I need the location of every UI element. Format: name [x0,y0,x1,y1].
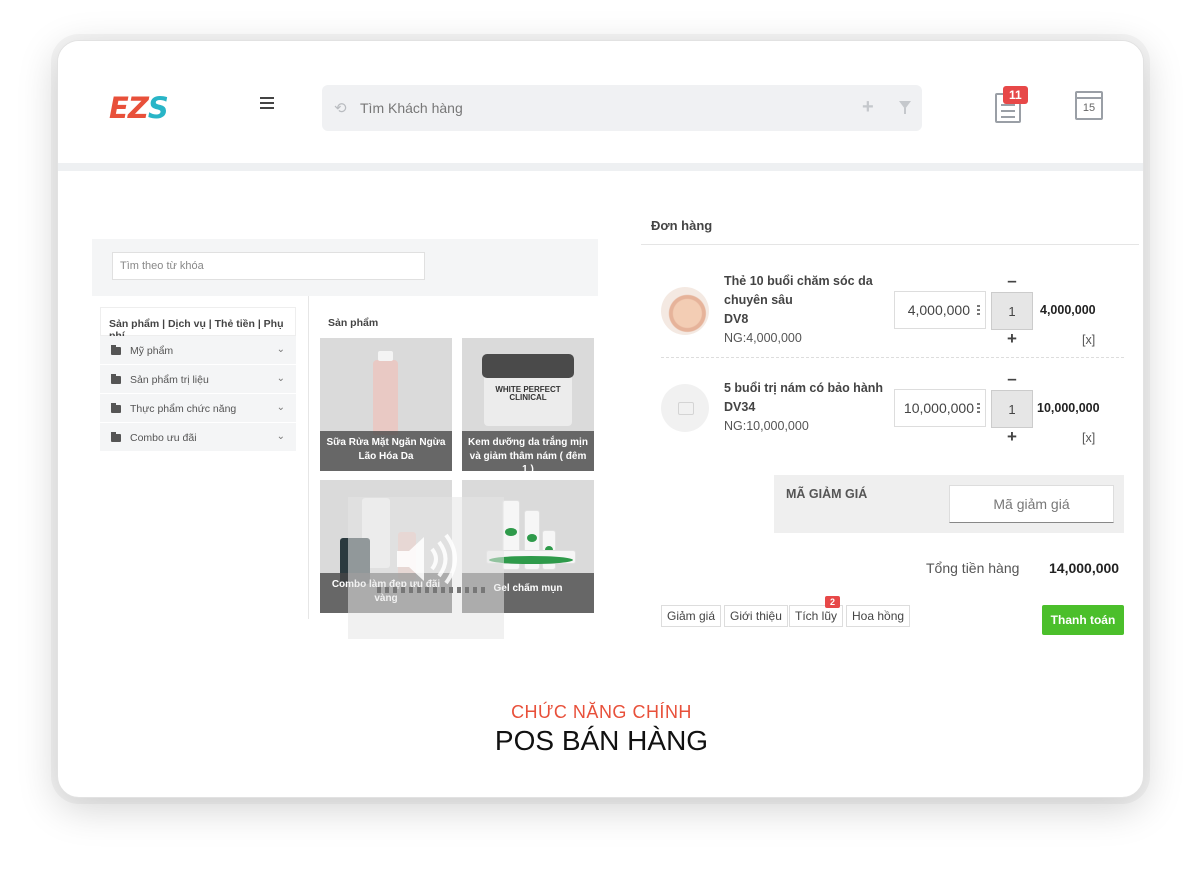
refresh-icon[interactable]: ⟲ [334,99,347,117]
category-tabs[interactable]: Sản phẩm | Dịch vụ | Thẻ tiền | Phụ phí [100,307,296,342]
catalog-search-area [92,239,598,296]
item-image-placeholder-icon [661,384,709,432]
calendar-day: 15 [1082,102,1096,114]
top-bar: EZS ⟲ + 11 15 [58,41,1143,163]
catalog-panel: Sản phẩm | Dịch vụ | Thẻ tiền | Phụ phí … [92,239,598,639]
logo-letter-z: Z [127,91,149,125]
calendar-icon[interactable]: 15 [1075,91,1103,120]
add-customer-icon[interactable]: + [862,96,874,119]
header-divider [58,163,1143,171]
folder-icon [111,403,121,413]
category-label: Sản phẩm trị liệu [130,374,209,386]
item-ng-price: NG:10,000,000 [724,419,809,433]
coupon-section: MÃ GIẢM GIÁ [774,475,1124,533]
category-item-cosmetics[interactable]: Mỹ phẩm ⌄ [100,336,296,365]
item-ng-price: NG:4,000,000 [724,331,802,345]
notification-badge: 11 [1003,86,1028,104]
item-name: Thẻ 10 buổi chăm sóc da chuyên sâu [724,274,873,307]
product-card[interactable]: WHITE PERFECT CLINICAL Kem dưỡng da trắn… [462,338,594,471]
total-value: 14,000,000 [1049,560,1120,576]
ezs-logo[interactable]: EZS [109,91,169,125]
feature-subtitle: CHỨC NĂNG CHÍNH [511,702,692,722]
logo-letter-e: E [109,91,129,125]
unit-price-input[interactable] [894,389,986,427]
cream-jar-image: WHITE PERFECT CLINICAL [482,354,574,426]
category-item-combo[interactable]: Combo ưu đãi ⌄ [100,423,296,452]
folder-icon [111,432,121,442]
category-label: Mỹ phẩm [130,345,174,357]
product-name: Kem dưỡng da trắng mịn và giảm thâm nám … [462,431,594,471]
category-item-supplements[interactable]: Thực phẩm chức năng ⌄ [100,394,296,423]
item-code: DV34 [724,400,756,414]
catalog-divider [308,296,309,619]
logo-letter-s: S [147,91,169,125]
product-name: Sữa Rửa Mặt Ngăn Ngừa Lão Hóa Da [320,431,452,471]
drag-handle-icon[interactable] [977,403,980,415]
customer-search-bar: ⟲ + [322,85,922,131]
folder-icon [111,374,121,384]
product-card[interactable]: Sữa Rửa Mặt Ngăn Ngừa Lão Hóa Da [320,338,452,471]
category-item-therapy[interactable]: Sản phẩm trị liệu ⌄ [100,365,296,394]
line-total: 4,000,000 [1040,303,1096,317]
customer-search-input[interactable] [360,95,840,121]
chevron-down-icon: ⌄ [276,373,285,384]
item-separator [661,357,1124,358]
chevron-down-icon: ⌄ [276,402,285,413]
item-code: DV8 [724,312,749,326]
hamburger-menu-icon[interactable] [260,97,274,109]
item-name: 5 buổi trị nám có bảo hành [724,381,884,395]
total-label: Tổng tiền hàng [926,560,1020,576]
coupon-label: MÃ GIẢM GIÁ [786,487,868,501]
checkout-button[interactable]: Thanh toán [1042,605,1124,635]
products-heading: Sản phẩm [328,317,379,329]
decrease-qty-button[interactable]: – [1002,369,1022,389]
category-label: Thực phẩm chức năng [130,403,237,415]
increase-qty-button[interactable]: + [1002,427,1022,447]
app-frame: EZS ⟲ + 11 15 Sản phẩm | Dịch vụ | Thẻ t… [57,40,1144,798]
quantity-box[interactable]: 1 [991,292,1033,330]
coupon-input[interactable] [949,485,1114,523]
accumulate-chip[interactable]: Tích lũy [789,605,844,627]
quantity-box[interactable]: 1 [991,390,1033,428]
loading-indicator [377,587,487,593]
chevron-down-icon: ⌄ [276,344,285,355]
referral-chip[interactable]: Giới thiệu [724,605,788,627]
feature-title: POS BÁN HÀNG [494,725,709,756]
keyword-search-input[interactable] [112,252,425,280]
chevron-down-icon: ⌄ [276,431,285,442]
line-total: 10,000,000 [1037,401,1100,415]
drag-handle-icon[interactable] [977,305,980,317]
order-divider [641,244,1139,245]
commission-chip[interactable]: Hoa hồng [846,605,911,627]
jar-label: WHITE PERFECT CLINICAL [495,385,561,402]
remove-item-button[interactable]: [x] [1082,431,1095,445]
speaker-icon[interactable] [392,529,462,589]
category-list: Sản phẩm | Dịch vụ | Thẻ tiền | Phụ phí … [100,307,296,452]
category-label: Combo ưu đãi [130,432,197,444]
filter-icon[interactable] [899,101,911,114]
increase-qty-button[interactable]: + [1002,329,1022,349]
folder-icon [111,345,121,355]
cleanser-tube-image [373,351,398,435]
accumulate-badge: 2 [825,596,841,608]
unit-price-input[interactable] [894,291,986,329]
item-avatar [661,287,709,335]
order-title: Đơn hàng [651,218,713,233]
decrease-qty-button[interactable]: – [1002,271,1022,291]
remove-item-button[interactable]: [x] [1082,333,1095,347]
discount-chip[interactable]: Giảm giá [661,605,722,627]
